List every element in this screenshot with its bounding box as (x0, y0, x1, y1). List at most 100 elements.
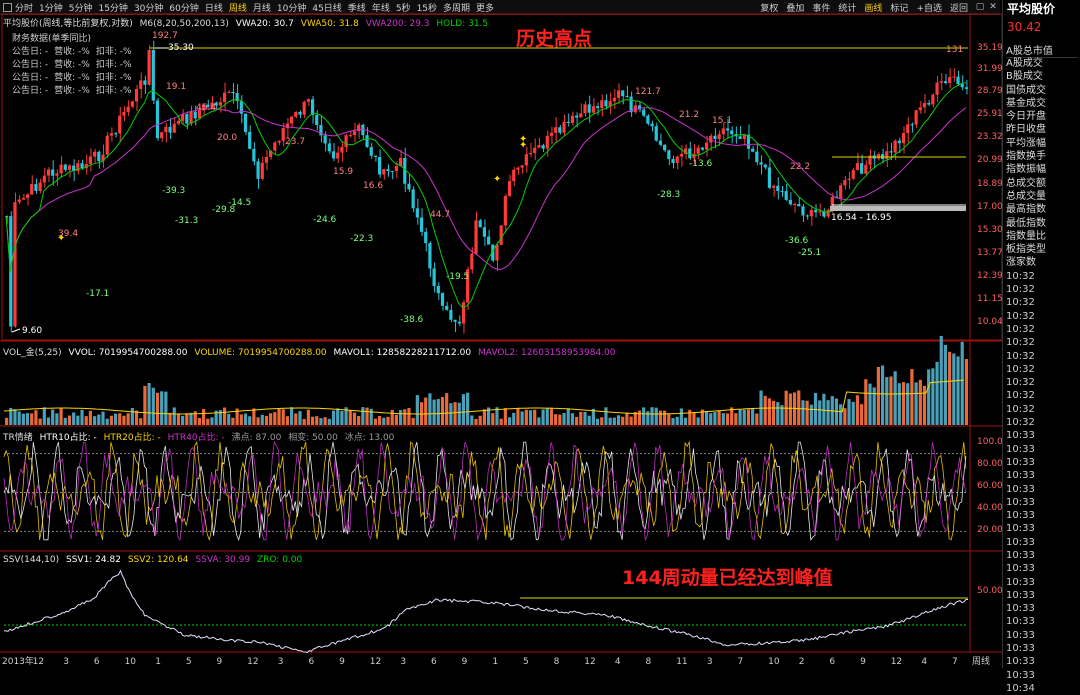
candle-body (780, 190, 784, 192)
volume-bar (755, 413, 759, 425)
sidebar-time: 10:32 (1006, 310, 1035, 322)
xaxis-label: 5 (523, 657, 529, 667)
sidebar-item[interactable]: 国债成交 (1006, 84, 1080, 97)
volume-bar (537, 417, 541, 425)
volume-bar (80, 409, 84, 425)
volume-bar (604, 407, 608, 425)
sidebar-item[interactable]: 板指类型 (1006, 243, 1080, 256)
volume-bar (290, 407, 294, 425)
volume-bar (612, 417, 616, 425)
volume-bar (415, 395, 419, 425)
volume-bar (541, 409, 545, 425)
butterfly-icon: ✦ (493, 174, 501, 185)
sidebar-item[interactable]: A股成交 (1006, 57, 1080, 70)
volume-bar (482, 409, 486, 425)
sidebar-item[interactable]: 昨日收盘 (1006, 123, 1080, 136)
volume-bar (118, 413, 122, 425)
price-label: 44.7 (430, 210, 450, 220)
candle-body (952, 76, 956, 78)
finance-cell: 营收: -% (54, 86, 90, 96)
candle-body (755, 151, 759, 163)
volume-bar (717, 410, 721, 425)
chart-canvas[interactable]: 192.735.3019.145.420.0 23.715.916.639.444… (0, 0, 1002, 668)
volume-bar (357, 415, 361, 425)
sidebar-item[interactable]: 指数振幅 (1006, 163, 1080, 176)
volume-bar (231, 417, 235, 425)
candle-body (478, 220, 482, 228)
candle-body (658, 140, 663, 145)
volume-bar (394, 414, 398, 425)
price-label: 21.2 (679, 110, 699, 120)
candle-body (495, 244, 499, 261)
price-label: -13.6 (689, 159, 713, 169)
candle-body (784, 191, 788, 200)
volume-bar (809, 404, 813, 425)
xaxis-label: 11 (676, 657, 687, 667)
candle-body (893, 140, 897, 153)
sidebar-time: 10:33 (1006, 456, 1035, 468)
sidebar-item[interactable]: 基金成交 (1006, 97, 1080, 110)
price-label: 192.7 (152, 31, 178, 41)
candle-body (625, 96, 629, 98)
sidebar-item[interactable]: 最低指数 (1006, 217, 1080, 230)
candle-body (419, 217, 424, 232)
volume-bar (595, 418, 600, 425)
candle-body (277, 140, 281, 143)
volume-bar (457, 402, 461, 425)
candle-body (654, 126, 658, 141)
sidebar-item[interactable]: B股成交 (1006, 70, 1080, 83)
candle-body (243, 113, 248, 132)
candle-body (860, 163, 864, 174)
volume-bar (683, 417, 688, 425)
volume-bar (948, 351, 952, 425)
volume-bar (654, 407, 658, 425)
candle-body (713, 135, 717, 140)
htr20-value: HTR20占比: - (103, 433, 161, 443)
volume-bar (382, 417, 386, 425)
xaxis-label: 7 (952, 657, 958, 667)
sidebar-time: 10:33 (1006, 523, 1035, 535)
volume-bar (545, 408, 549, 425)
volume-bar (822, 393, 826, 425)
sidebar-item[interactable]: 今日开盘 (1006, 110, 1080, 123)
ssv-name: SSV(144,10) (3, 555, 60, 565)
sidebar-item[interactable]: 指数量比 (1006, 230, 1080, 243)
volume-bar (901, 382, 906, 425)
ssv1-value: SSV1: 24.82 (65, 555, 121, 565)
candle-body (788, 199, 792, 205)
price-label: -31.3 (175, 216, 198, 226)
sidebar-item[interactable]: 最高指数 (1006, 203, 1080, 216)
volume-bar (13, 409, 17, 425)
candle-body (889, 151, 893, 153)
volume-bar (373, 418, 378, 425)
volume-bar (403, 409, 407, 425)
finance-cell: 公告日: - (12, 47, 49, 57)
sidebar-time: 10:34 (1006, 682, 1035, 694)
mavol1-value: MAVOL1: 12858228211712.00 (333, 348, 472, 358)
sidebar-item[interactable]: 平均涨幅 (1006, 137, 1080, 150)
sidebar-item[interactable]: 涨家数 (1006, 256, 1080, 269)
sidebar-time: 10:33 (1006, 510, 1035, 522)
price-label: -39.3 (162, 186, 185, 196)
xaxis-label: 12 (584, 657, 595, 667)
volume-bar (440, 397, 445, 425)
xaxis-label: 9 (462, 657, 468, 667)
candle-body (679, 153, 683, 157)
candle-body (151, 50, 155, 101)
candle-body (436, 285, 440, 294)
volume-bar (432, 399, 436, 425)
sidebar-item[interactable]: 总成交额 (1006, 177, 1080, 190)
volume-bar (164, 391, 168, 425)
candle-body (378, 156, 382, 175)
volume-bar (960, 341, 964, 425)
candle-body (369, 147, 373, 156)
candle-body (273, 142, 277, 151)
candle-body (252, 148, 256, 162)
butterfly-icon: ✦ (519, 140, 527, 151)
volume-bar (663, 410, 667, 425)
sidebar-item[interactable]: 总成交量 (1006, 190, 1080, 203)
candle-body (927, 103, 931, 105)
volume-bar (478, 415, 482, 425)
volume-bar (306, 409, 310, 425)
sidebar-item[interactable]: 指数换手 (1006, 150, 1080, 163)
